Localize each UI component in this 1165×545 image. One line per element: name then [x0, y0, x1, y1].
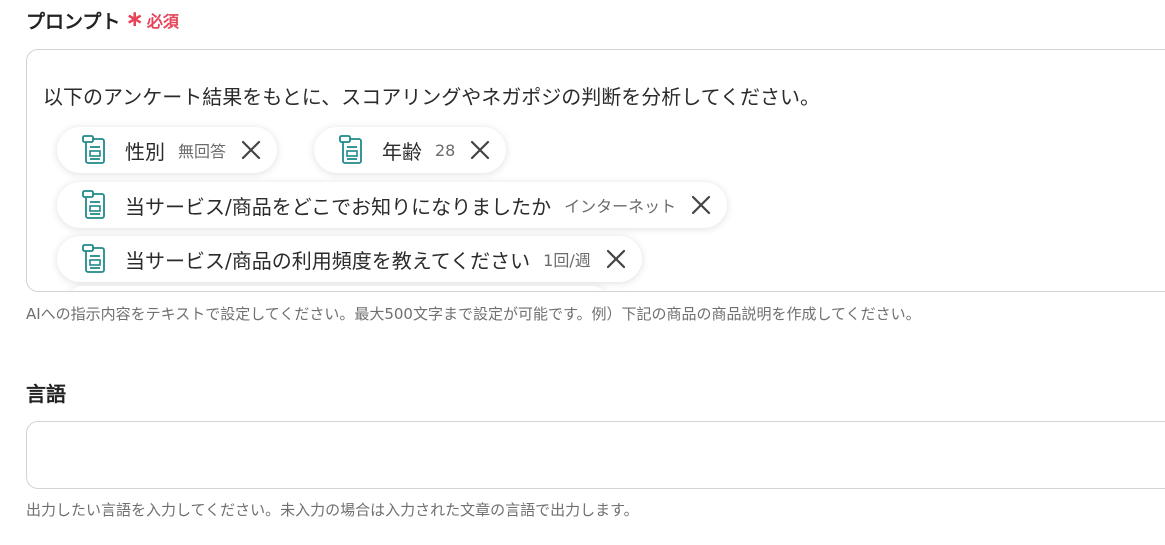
- chip-value: 無回答: [178, 142, 227, 161]
- form-icon: [81, 244, 107, 274]
- language-input[interactable]: [26, 421, 1165, 489]
- variable-chip-age[interactable]: 年齢 28: [314, 127, 507, 173]
- prompt-label: プロンプト: [26, 10, 121, 33]
- chip-label: 当サービス/商品の利用頻度を教えてください: [125, 248, 531, 273]
- form-icon: [338, 135, 364, 165]
- variable-chip-source[interactable]: 当サービス/商品をどこでお知りになりましたか インターネット: [57, 182, 728, 228]
- required-asterisk: ∗: [125, 7, 144, 32]
- close-icon[interactable]: [239, 138, 263, 162]
- prompt-text[interactable]: 以下のアンケート結果をもとに、スコアリングやネガポジの判断を分析してください。: [43, 81, 820, 110]
- form-icon: [81, 135, 107, 165]
- chip-value: 28: [435, 140, 456, 160]
- chip-label: 年齢: [382, 139, 422, 164]
- language-help-text: 出力したい言語を入力してください。未入力の場合は入力された文章の言語で出力します…: [26, 501, 639, 519]
- prompt-help-text: AIへの指示内容をテキストで設定してください。最大500文字まで設定が可能です。…: [26, 305, 921, 323]
- chip-label: 当サービス/商品をどこでお知りになりましたか: [125, 194, 552, 219]
- chip-value: 1回/週: [543, 251, 591, 270]
- variable-chip-gender[interactable]: 性別 無回答: [57, 127, 278, 173]
- chip-value: インターネット: [564, 197, 677, 216]
- prompt-label-row: プロンプト ∗ 必須: [26, 7, 179, 33]
- close-icon[interactable]: [689, 193, 713, 217]
- close-icon[interactable]: [604, 247, 628, 271]
- language-label: 言語: [26, 382, 66, 406]
- required-badge: 必須: [146, 12, 179, 31]
- close-icon[interactable]: [468, 138, 492, 162]
- partial-chip: [67, 286, 607, 291]
- prompt-input[interactable]: 以下のアンケート結果をもとに、スコアリングやネガポジの判断を分析してください。 …: [26, 49, 1165, 292]
- variable-chip-frequency[interactable]: 当サービス/商品の利用頻度を教えてください 1回/週: [57, 236, 642, 282]
- chip-label: 性別: [125, 139, 165, 164]
- form-icon: [81, 190, 107, 220]
